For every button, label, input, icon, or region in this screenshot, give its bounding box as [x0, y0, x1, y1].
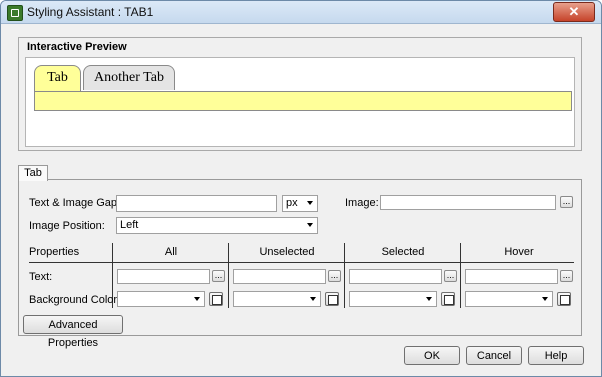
title-bar[interactable]: Styling Assistant : TAB1 ✕ — [1, 1, 601, 24]
background-color-row-label: Background Color: — [29, 294, 121, 306]
unit-select-value: px — [286, 197, 298, 209]
header-divider — [29, 262, 574, 263]
text-unselected-browse-button[interactable]: ... — [328, 270, 341, 282]
image-position-select[interactable]: Left — [116, 217, 318, 234]
text-all-browse-button[interactable]: ... — [212, 270, 225, 282]
dialog-body: Interactive Preview Tab Another Tab Tab … — [1, 24, 601, 376]
text-image-gap-label: Text & Image Gap: — [29, 197, 121, 209]
image-input[interactable] — [380, 195, 556, 210]
chevron-down-icon — [426, 297, 432, 301]
bg-unselected-select[interactable] — [233, 291, 321, 307]
column-divider — [460, 243, 461, 308]
chevron-down-icon — [194, 297, 200, 301]
text-selected-input[interactable] — [349, 269, 442, 284]
chevron-down-icon — [307, 201, 313, 205]
bg-hover-select[interactable] — [465, 291, 553, 307]
text-row-label: Text: — [29, 271, 53, 283]
image-position-label: Image Position: — [29, 220, 105, 232]
image-browse-button[interactable]: ... — [560, 196, 573, 208]
column-hover: Hover — [504, 246, 534, 258]
image-position-value: Left — [120, 219, 139, 231]
bg-selected-color-picker[interactable] — [441, 292, 455, 306]
help-button[interactable]: Help — [528, 346, 584, 365]
column-divider — [228, 243, 229, 308]
preview-canvas: Tab Another Tab — [25, 57, 575, 147]
column-all: All — [164, 246, 178, 258]
close-button[interactable]: ✕ — [553, 2, 595, 22]
chevron-down-icon — [542, 297, 548, 301]
text-image-gap-input[interactable] — [116, 195, 277, 212]
properties-header: Properties — [29, 246, 80, 258]
interactive-preview-group: Interactive Preview Tab Another Tab — [18, 37, 582, 151]
cancel-button[interactable]: Cancel — [466, 346, 522, 365]
ok-button[interactable]: OK — [404, 346, 460, 365]
styling-assistant-window: Styling Assistant : TAB1 ✕ Interactive P… — [0, 0, 602, 377]
window-title: Styling Assistant : TAB1 — [27, 5, 154, 19]
app-icon — [7, 5, 23, 21]
bg-all-color-picker[interactable] — [209, 292, 223, 306]
bg-selected-select[interactable] — [349, 291, 437, 307]
text-hover-input[interactable] — [465, 269, 558, 284]
text-all-input[interactable] — [117, 269, 210, 284]
tab-settings-panel: Text & Image Gap: px Image: ... Image Po… — [18, 179, 582, 349]
image-label: Image: — [345, 197, 379, 209]
chevron-down-icon — [310, 297, 316, 301]
preview-tab-active[interactable]: Tab — [34, 65, 81, 92]
unit-select[interactable]: px — [282, 195, 318, 212]
column-unselected: Unselected — [259, 246, 315, 258]
interactive-preview-title: Interactive Preview — [27, 41, 127, 53]
preview-tab-content — [34, 91, 572, 111]
bg-unselected-color-picker[interactable] — [325, 292, 339, 306]
column-divider — [344, 243, 345, 308]
chevron-down-icon — [307, 223, 313, 227]
bg-hover-color-picker[interactable] — [557, 292, 571, 306]
bg-all-select[interactable] — [117, 291, 205, 307]
column-selected: Selected — [381, 246, 425, 258]
advanced-properties-button[interactable]: Advanced Properties — [23, 315, 123, 349]
text-selected-browse-button[interactable]: ... — [444, 270, 457, 282]
text-unselected-input[interactable] — [233, 269, 326, 284]
preview-tab-another[interactable]: Another Tab — [83, 65, 175, 90]
tab-settings[interactable]: Tab — [18, 165, 48, 181]
text-hover-browse-button[interactable]: ... — [560, 270, 573, 282]
